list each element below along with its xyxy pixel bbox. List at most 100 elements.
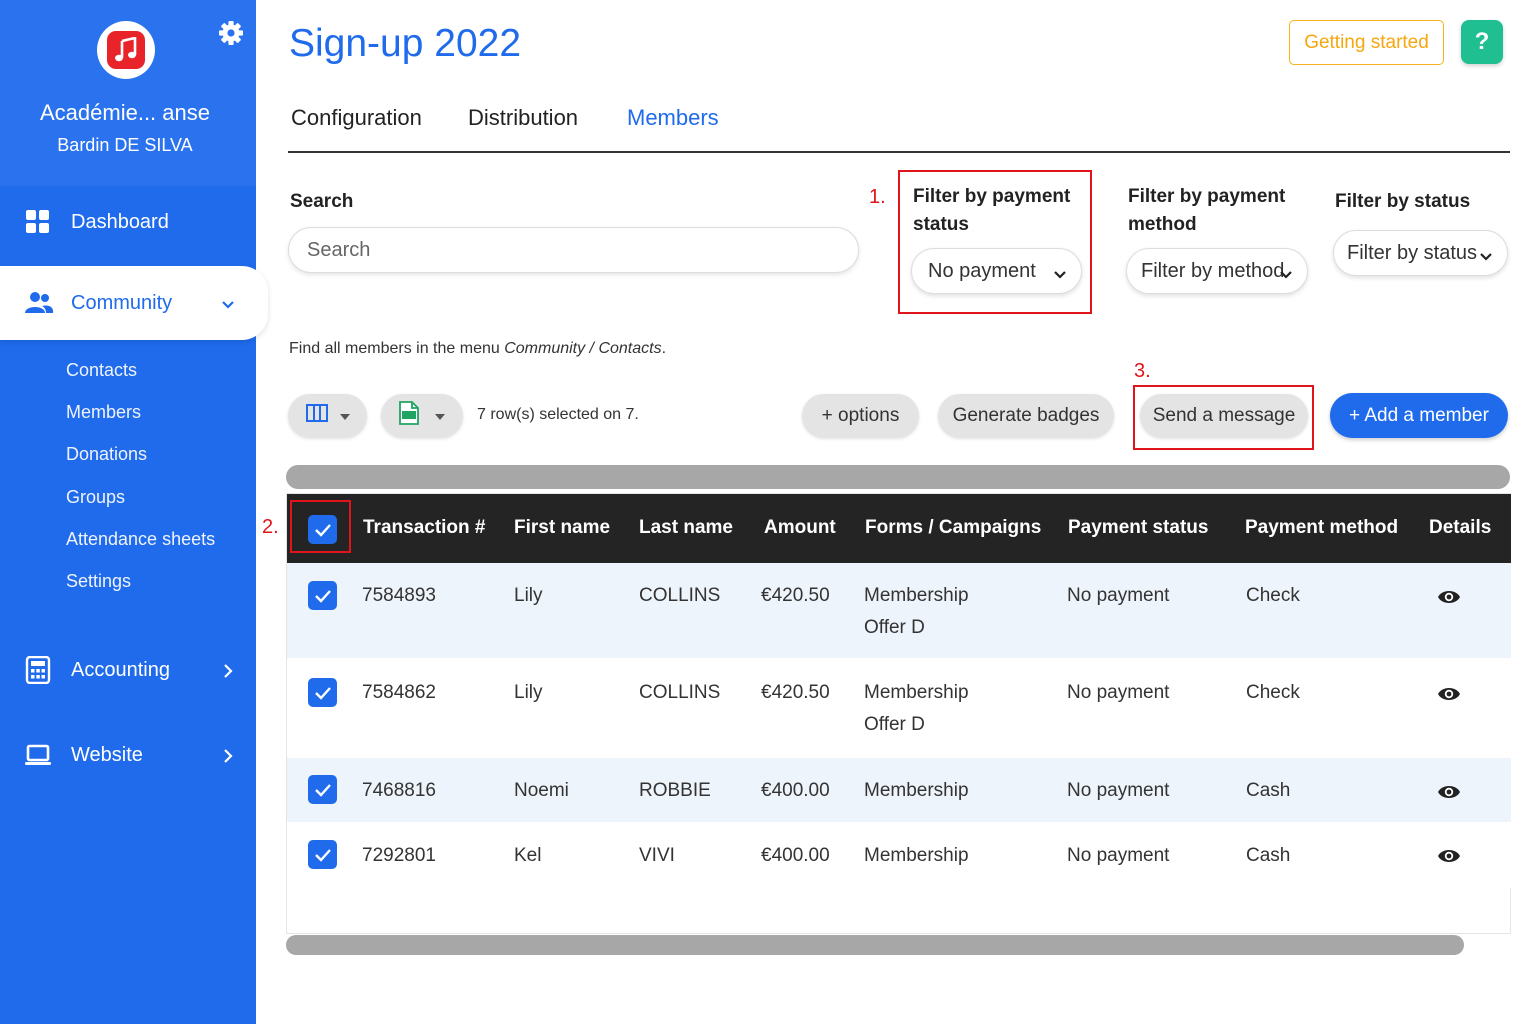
send-message-button[interactable]: Send a message <box>1140 394 1308 438</box>
column-header-forms-campaigns[interactable]: Forms / Campaigns <box>865 517 1041 539</box>
sidebar-item-label: Accounting <box>71 658 170 681</box>
sidebar-subitem-settings[interactable]: Settings <box>66 571 131 592</box>
status-value: Filter by status <box>1347 241 1478 264</box>
cell-amount: €400.00 <box>761 845 830 866</box>
caret-down-icon <box>435 405 445 427</box>
sidebar-subitem-donations[interactable]: Donations <box>66 444 147 465</box>
annotation-2: 2. <box>262 516 279 538</box>
cell-form: Membership <box>864 780 969 801</box>
tabs-divider <box>288 151 1510 153</box>
sidebar-subitem-members[interactable]: Members <box>66 402 141 423</box>
cell-last-name: ROBBIE <box>639 780 711 801</box>
sidebar-item-label: Website <box>71 743 143 766</box>
user-name: Bardin DE SILVA <box>57 135 193 155</box>
sidebar-header: Académie... anse Bardin DE SILVA <box>0 0 256 186</box>
horizontal-scrollbar-top[interactable] <box>286 465 1510 489</box>
annotation-1: 1. <box>869 186 886 208</box>
add-member-button[interactable]: + Add a member <box>1330 393 1508 438</box>
chevron-right-icon <box>220 747 236 763</box>
sidebar-subitem-attendance-sheets[interactable]: Attendance sheets <box>66 529 215 550</box>
table-row[interactable]: 7584862 Lily COLLINS €420.50 Membership … <box>287 658 1511 758</box>
row-checkbox[interactable] <box>308 840 337 869</box>
cell-first-name: Kel <box>514 845 542 866</box>
eye-icon[interactable] <box>1437 682 1461 706</box>
column-header-first-name[interactable]: First name <box>514 517 610 539</box>
cell-payment-method: Cash <box>1246 845 1291 866</box>
sidebar-subitem-contacts[interactable]: Contacts <box>66 360 137 381</box>
getting-started-button[interactable]: Getting started <box>1289 20 1444 65</box>
column-header-payment-status[interactable]: Payment status <box>1068 517 1208 539</box>
cell-form: Membership <box>864 682 969 703</box>
sidebar-item-website[interactable]: Website <box>0 729 256 781</box>
calculator-icon <box>24 655 52 685</box>
chevron-down-icon <box>220 295 236 311</box>
sidebar-item-accounting[interactable]: Accounting <box>0 644 256 696</box>
selection-count: 7 row(s) selected on 7. <box>477 406 639 423</box>
chevron-right-icon <box>220 662 236 678</box>
cell-transaction: 7468816 <box>362 780 436 801</box>
sidebar-item-community[interactable]: Community <box>0 266 268 340</box>
hint-suffix: . <box>661 340 667 357</box>
chevron-down-icon <box>1479 247 1493 261</box>
cell-form: Membership <box>864 845 969 866</box>
cell-payment-method: Cash <box>1246 780 1291 801</box>
cell-payment-status: No payment <box>1067 682 1170 703</box>
generate-badges-button[interactable]: Generate badges <box>938 394 1114 438</box>
tab-members[interactable]: Members <box>627 105 719 131</box>
columns-menu-button[interactable] <box>288 394 367 438</box>
help-button[interactable]: ? <box>1461 20 1503 64</box>
row-checkbox[interactable] <box>308 775 337 804</box>
laptop-icon <box>24 741 52 769</box>
eye-icon[interactable] <box>1437 780 1461 804</box>
hint-text: Find all members in the menu <box>289 340 505 357</box>
cell-payment-status: No payment <box>1067 845 1170 866</box>
payment-status-filter-label: Filter by payment status <box>913 186 1071 235</box>
cell-amount: €420.50 <box>761 682 830 703</box>
caret-down-icon <box>339 405 350 427</box>
column-header-amount[interactable]: Amount <box>764 517 836 539</box>
sidebar-item-dashboard[interactable]: Dashboard <box>0 196 256 248</box>
chevron-down-icon <box>1053 265 1067 279</box>
table-row[interactable]: 7292801 Kel VIVI €400.00 Membership No p… <box>287 822 1511 888</box>
chevron-down-icon <box>1279 265 1293 279</box>
search-input[interactable] <box>288 227 859 273</box>
column-header-transaction[interactable]: Transaction # <box>363 517 486 539</box>
cell-first-name: Noemi <box>514 780 569 801</box>
tab-configuration[interactable]: Configuration <box>291 105 422 131</box>
row-checkbox[interactable] <box>308 678 337 707</box>
cell-last-name: COLLINS <box>639 585 721 606</box>
column-header-payment-method[interactable]: Payment method <box>1245 517 1398 539</box>
status-select[interactable]: Filter by status <box>1333 230 1508 276</box>
dashboard-icon <box>24 208 52 236</box>
annotation-3: 3. <box>1134 360 1151 382</box>
gear-icon[interactable] <box>218 20 244 46</box>
payment-method-select[interactable]: Filter by method <box>1126 248 1308 294</box>
column-header-last-name[interactable]: Last name <box>639 517 733 539</box>
row-checkbox[interactable] <box>308 581 337 610</box>
cell-transaction: 7292801 <box>362 845 436 866</box>
table-row[interactable]: 7468816 Noemi ROBBIE €400.00 Membership … <box>287 758 1511 822</box>
sidebar-subitem-groups[interactable]: Groups <box>66 487 125 508</box>
organization-logo[interactable] <box>97 21 155 79</box>
cell-payment-status: No payment <box>1067 780 1170 801</box>
sidebar-item-label: Community <box>71 291 173 314</box>
column-header-details[interactable]: Details <box>1429 517 1491 539</box>
eye-icon[interactable] <box>1437 585 1461 609</box>
status-filter-label: Filter by status <box>1335 191 1471 212</box>
cell-payment-status: No payment <box>1067 585 1170 606</box>
users-icon <box>24 289 54 317</box>
organization-name: Académie... anse <box>40 100 210 125</box>
eye-icon[interactable] <box>1437 844 1461 868</box>
export-menu-button[interactable] <box>381 394 463 438</box>
payment-status-select[interactable]: No payment <box>911 248 1082 294</box>
tab-distribution[interactable]: Distribution <box>468 105 578 131</box>
table-row[interactable]: 7584893 Lily COLLINS €420.50 Membership … <box>287 563 1511 658</box>
cell-payment-method: Check <box>1246 585 1300 606</box>
options-button[interactable]: + options <box>802 394 919 438</box>
columns-icon <box>305 403 328 429</box>
cell-form: Membership <box>864 585 969 606</box>
excel-file-icon <box>399 401 419 431</box>
hint-menu-path: Community / Contacts <box>504 340 662 357</box>
cell-amount: €420.50 <box>761 585 830 606</box>
horizontal-scrollbar-bottom[interactable] <box>286 935 1464 955</box>
